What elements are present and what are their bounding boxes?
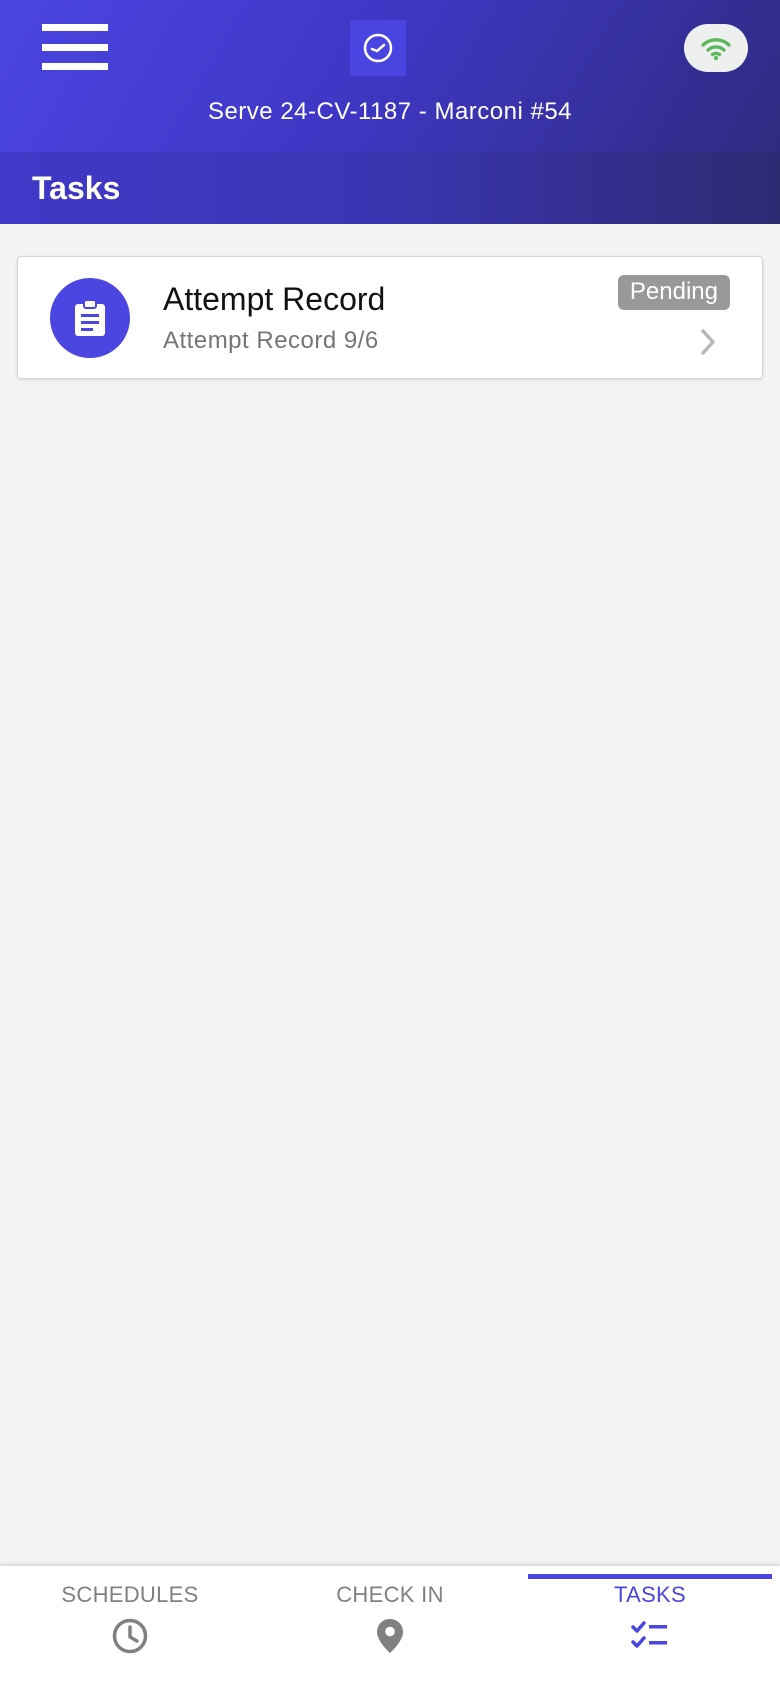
clock-icon — [110, 1616, 150, 1656]
task-card-attempt-record[interactable]: Attempt Record Attempt Record 9/6 Pendin… — [17, 256, 763, 379]
tab-label-tasks: TASKS — [613, 1582, 686, 1607]
task-avatar — [50, 278, 130, 358]
checklist-icon — [630, 1616, 670, 1656]
case-subtitle: Serve 24-CV-1187 - Marconi #54 — [207, 98, 573, 125]
wifi-status-indicator[interactable] — [684, 24, 748, 72]
page-title: Tasks — [32, 170, 121, 206]
app-screen: Serve 24-CV-1187 - Marconi #54 Tasks Att… — [0, 0, 780, 1688]
task-subtitle: Attempt Record 9/6 — [163, 327, 379, 354]
tab-label-check-in: CHECK IN — [336, 1582, 444, 1607]
clock-logo-icon — [350, 20, 406, 76]
wifi-icon — [701, 38, 731, 61]
menu-icon[interactable] — [42, 24, 108, 70]
task-title: Attempt Record — [163, 281, 386, 317]
location-pin-icon — [370, 1616, 410, 1656]
tab-tasks[interactable]: TASKS — [520, 1566, 780, 1688]
status-badge: Pending — [617, 275, 730, 310]
clipboard-icon — [75, 299, 105, 336]
header: Serve 24-CV-1187 - Marconi #54 Tasks — [0, 0, 780, 224]
bottom-nav: SCHEDULES CHECK IN TASKS — [0, 1566, 780, 1688]
tab-schedules[interactable]: SCHEDULES — [0, 1566, 260, 1688]
tab-label-schedules: SCHEDULES — [61, 1582, 199, 1607]
tab-check-in[interactable]: CHECK IN — [260, 1566, 520, 1688]
chevron-right-icon — [701, 329, 715, 355]
section-bar: Tasks — [0, 152, 780, 224]
